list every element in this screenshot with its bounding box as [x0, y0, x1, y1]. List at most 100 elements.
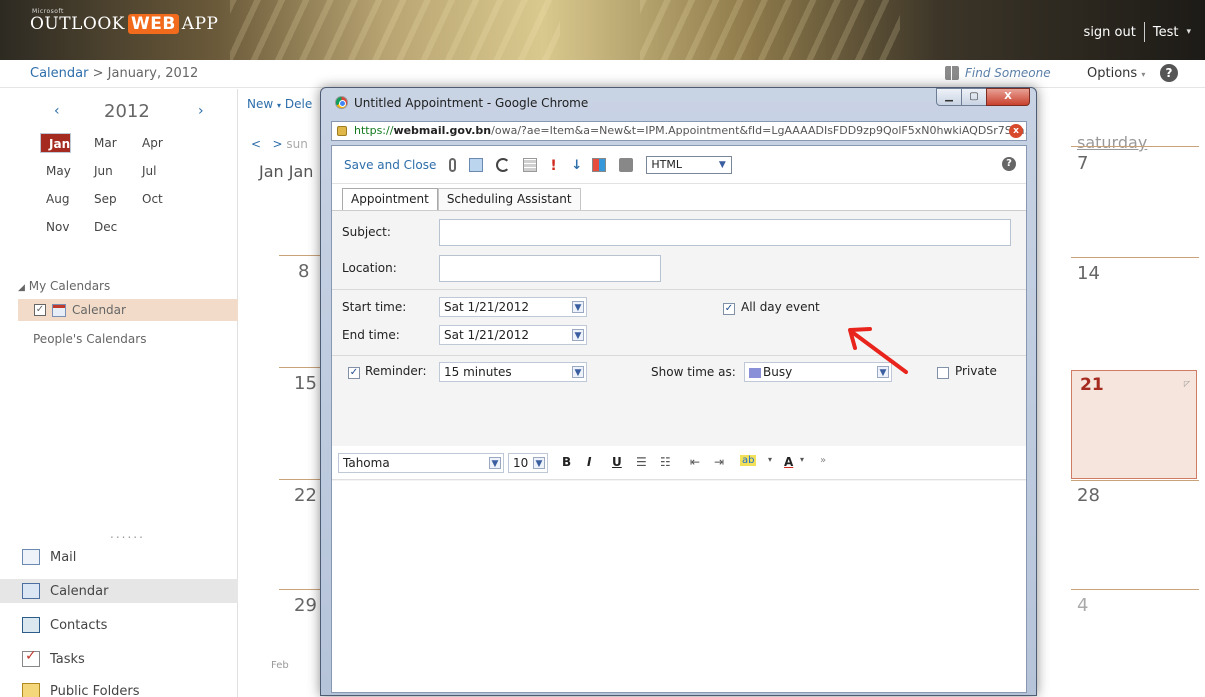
tab-appointment[interactable]: Appointment — [342, 188, 438, 210]
month-apr[interactable]: Apr — [136, 133, 184, 153]
reminder-checkbox[interactable]: ✓ — [348, 367, 360, 379]
attach-file-icon[interactable] — [449, 157, 457, 172]
decrease-indent-icon[interactable]: ⇤ — [690, 455, 700, 469]
month-nov[interactable]: Nov — [40, 217, 88, 237]
breadcrumb-root[interactable]: Calendar — [30, 66, 88, 81]
address-bar[interactable]: https://webmail.gov.bn/owa/?ae=Item&a=Ne… — [331, 121, 1027, 141]
private-label: Private — [955, 364, 997, 378]
reminder-select[interactable]: 15 minutes ▼ — [439, 362, 587, 382]
chevron-down-icon: ▼ — [572, 329, 584, 341]
help-icon[interactable]: ? — [1002, 157, 1016, 171]
location-label: Location: — [342, 261, 397, 275]
numbering-icon[interactable]: ☷ — [660, 455, 671, 469]
font-color-icon[interactable]: A — [784, 455, 793, 469]
peoples-calendars-header[interactable]: People's Calendars — [33, 332, 146, 346]
day-number[interactable]: 22 — [294, 485, 317, 506]
previous-year-button[interactable]: ‹ — [54, 103, 60, 119]
certificate-warning-icon[interactable]: x — [1009, 124, 1023, 138]
high-importance-icon[interactable]: ! — [550, 158, 558, 174]
nav-contacts[interactable]: Contacts — [22, 613, 236, 637]
minimize-button[interactable]: ▁ — [936, 88, 962, 106]
today-cell[interactable]: 21 ◸ — [1071, 370, 1197, 479]
calendar-checkbox[interactable]: ✓ — [34, 304, 46, 316]
delete-button[interactable]: Dele — [285, 97, 312, 111]
month-may[interactable]: May — [40, 161, 88, 181]
month-jun[interactable]: Jun — [88, 161, 136, 181]
private-checkbox[interactable] — [937, 367, 949, 379]
help-icon[interactable]: ? — [1160, 64, 1178, 82]
end-time-label: End time: — [342, 328, 400, 342]
day-number[interactable]: 8 — [298, 261, 309, 282]
resize-handle[interactable]: ...... — [110, 527, 145, 541]
day-number[interactable]: 29 — [294, 595, 317, 616]
day-number[interactable]: 7 — [1077, 153, 1088, 174]
month-jan[interactable]: Jan — [40, 133, 72, 153]
window-titlebar[interactable]: Untitled Appointment - Google Chrome ▁ ▢… — [321, 88, 1036, 116]
month-mar[interactable]: Mar — [88, 133, 136, 153]
my-calendars-header[interactable]: ◢ My Calendars — [18, 279, 110, 293]
find-someone-link[interactable]: Find Someone — [945, 66, 1051, 80]
chevron-down-icon[interactable]: ▾ — [768, 455, 772, 464]
folder-icon — [22, 683, 40, 697]
more-options-icon[interactable]: » — [820, 455, 826, 466]
nav-public-folders[interactable]: Public Folders — [22, 679, 236, 697]
underline-button[interactable]: U — [612, 455, 622, 469]
today-day-number: 21 — [1080, 375, 1104, 395]
nav-calendar[interactable]: Calendar — [0, 579, 238, 603]
bullets-icon[interactable]: ☰ — [636, 455, 647, 469]
font-family-select[interactable]: Tahoma ▼ — [338, 453, 504, 473]
next-button[interactable]: > — [273, 137, 283, 151]
outlook-web-app-logo[interactable]: Microsoft OUTLOOK WEB APP — [30, 8, 218, 34]
insert-image-icon[interactable] — [469, 157, 484, 172]
lock-icon — [337, 126, 347, 136]
start-date-select[interactable]: Sat 1/21/2012 ▼ — [439, 297, 587, 317]
day-number[interactable]: 14 — [1077, 263, 1100, 284]
month-jul[interactable]: Jul — [136, 161, 184, 181]
increase-indent-icon[interactable]: ⇥ — [714, 455, 724, 469]
bold-button[interactable]: B — [562, 455, 571, 469]
calendar-list-item[interactable]: ✓ Calendar — [18, 299, 238, 321]
month-oct[interactable]: Oct — [136, 189, 184, 209]
all-day-checkbox[interactable]: ✓ — [723, 303, 735, 315]
day-number[interactable]: 28 — [1077, 485, 1100, 506]
italic-button[interactable]: I — [587, 455, 591, 469]
month-label: Jan Jan — [259, 162, 314, 181]
breadcrumb: Calendar > January, 2012 — [30, 66, 199, 81]
previous-button[interactable]: < — [251, 137, 261, 151]
month-dec[interactable]: Dec — [88, 217, 136, 237]
close-button[interactable]: X — [986, 88, 1030, 106]
end-date-select[interactable]: Sat 1/21/2012 ▼ — [439, 325, 587, 345]
highlight-icon[interactable]: ab — [740, 455, 757, 466]
chevron-down-icon[interactable]: ▾ — [800, 455, 804, 464]
sign-out-link[interactable]: sign out — [1084, 25, 1136, 40]
all-day-label: All day event — [741, 300, 820, 314]
tab-scheduling-assistant[interactable]: Scheduling Assistant — [437, 188, 581, 210]
chevron-down-icon: ▼ — [489, 457, 501, 469]
print-icon[interactable] — [619, 157, 634, 172]
categories-icon[interactable] — [592, 157, 607, 172]
subject-input[interactable] — [439, 219, 1011, 246]
next-year-button[interactable]: › — [198, 103, 204, 119]
expand-icon[interactable]: ◸ — [1184, 379, 1190, 388]
options-menu[interactable]: Options ▾ — [1087, 66, 1145, 81]
location-input[interactable] — [439, 255, 661, 282]
chrome-icon — [335, 96, 348, 109]
message-body-editor[interactable] — [332, 481, 1026, 692]
chevron-down-icon[interactable]: ▾ — [1186, 27, 1191, 37]
month-sep[interactable]: Sep — [88, 189, 136, 209]
recurrence-icon[interactable] — [496, 157, 511, 172]
day-number[interactable]: 4 — [1077, 595, 1088, 616]
maximize-button[interactable]: ▢ — [961, 88, 987, 106]
nav-mail[interactable]: Mail — [22, 545, 236, 569]
save-and-close-button[interactable]: Save and Close — [344, 158, 436, 172]
next-month-label: Feb — [271, 660, 289, 671]
day-number[interactable]: 15 — [294, 373, 317, 394]
user-menu[interactable]: Test — [1153, 25, 1179, 40]
new-button[interactable]: New ▾ — [247, 97, 281, 111]
font-size-select[interactable]: 10 ▼ — [508, 453, 548, 473]
nav-tasks[interactable]: Tasks — [22, 647, 236, 671]
low-importance-icon[interactable]: ↓ — [571, 158, 582, 173]
month-aug[interactable]: Aug — [40, 189, 88, 209]
check-names-icon[interactable] — [523, 157, 538, 172]
format-select[interactable]: HTML ▼ — [646, 155, 733, 174]
